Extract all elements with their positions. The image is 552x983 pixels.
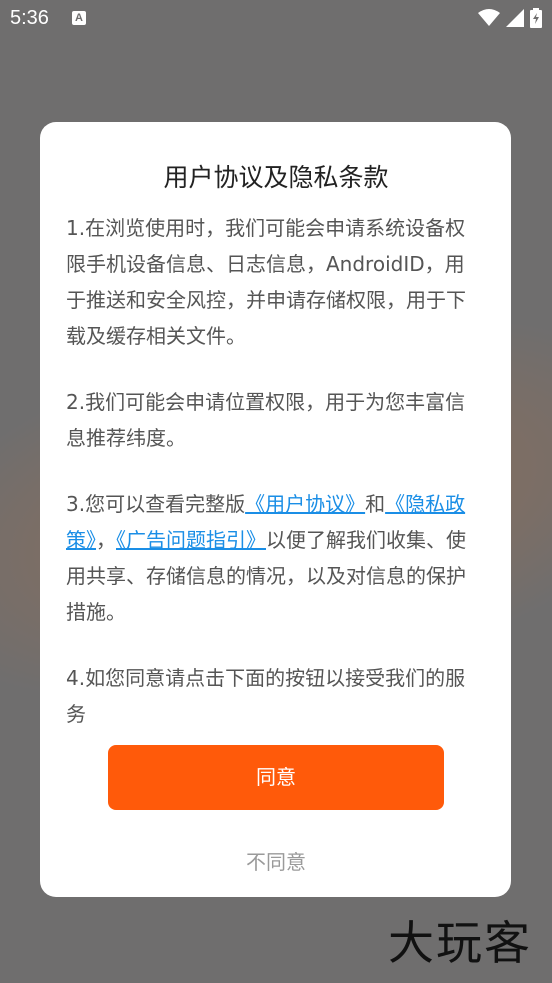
terms-paragraph-3: 3.您可以查看完整版《用户协议》和《隐私政策》，《广告问题指引》以便了解我们收集… [66,486,478,630]
status-icons [478,7,542,29]
battery-icon [530,8,542,28]
ad-guide-link[interactable]: 《广告问题指引》 [116,528,266,552]
agree-button[interactable]: 同意 [108,745,444,810]
terms-comma: ， [96,528,116,552]
terms-content: 1.在浏览使用时，我们可能会申请系统设备权限手机设备信息、日志信息，Androi… [66,210,478,762]
dialog-title: 用户协议及隐私条款 [163,163,389,192]
status-bar: 5:36 A [0,0,552,38]
status-time: 5:36 [10,7,49,29]
disagree-button[interactable]: 不同意 [108,840,444,884]
terms-paragraph-2: 2.我们可能会申请位置权限，用于为您丰富信息推荐纬度。 [66,390,466,450]
notification-icon: A [72,11,86,25]
terms-paragraph-1: 1.在浏览使用时，我们可能会申请系统设备权限手机设备信息、日志信息，Androi… [66,216,466,348]
watermark-logo: 大玩客 [388,916,532,970]
wifi-icon [478,9,500,26]
terms-paragraph-3-prefix: 3.您可以查看完整版 [66,492,246,516]
terms-and-text: 和 [365,492,386,516]
signal-icon [506,9,524,27]
terms-paragraph-4: 4.如您同意请点击下面的按钮以接受我们的服务 [66,666,466,726]
user-agreement-link[interactable]: 《用户协议》 [245,492,365,516]
